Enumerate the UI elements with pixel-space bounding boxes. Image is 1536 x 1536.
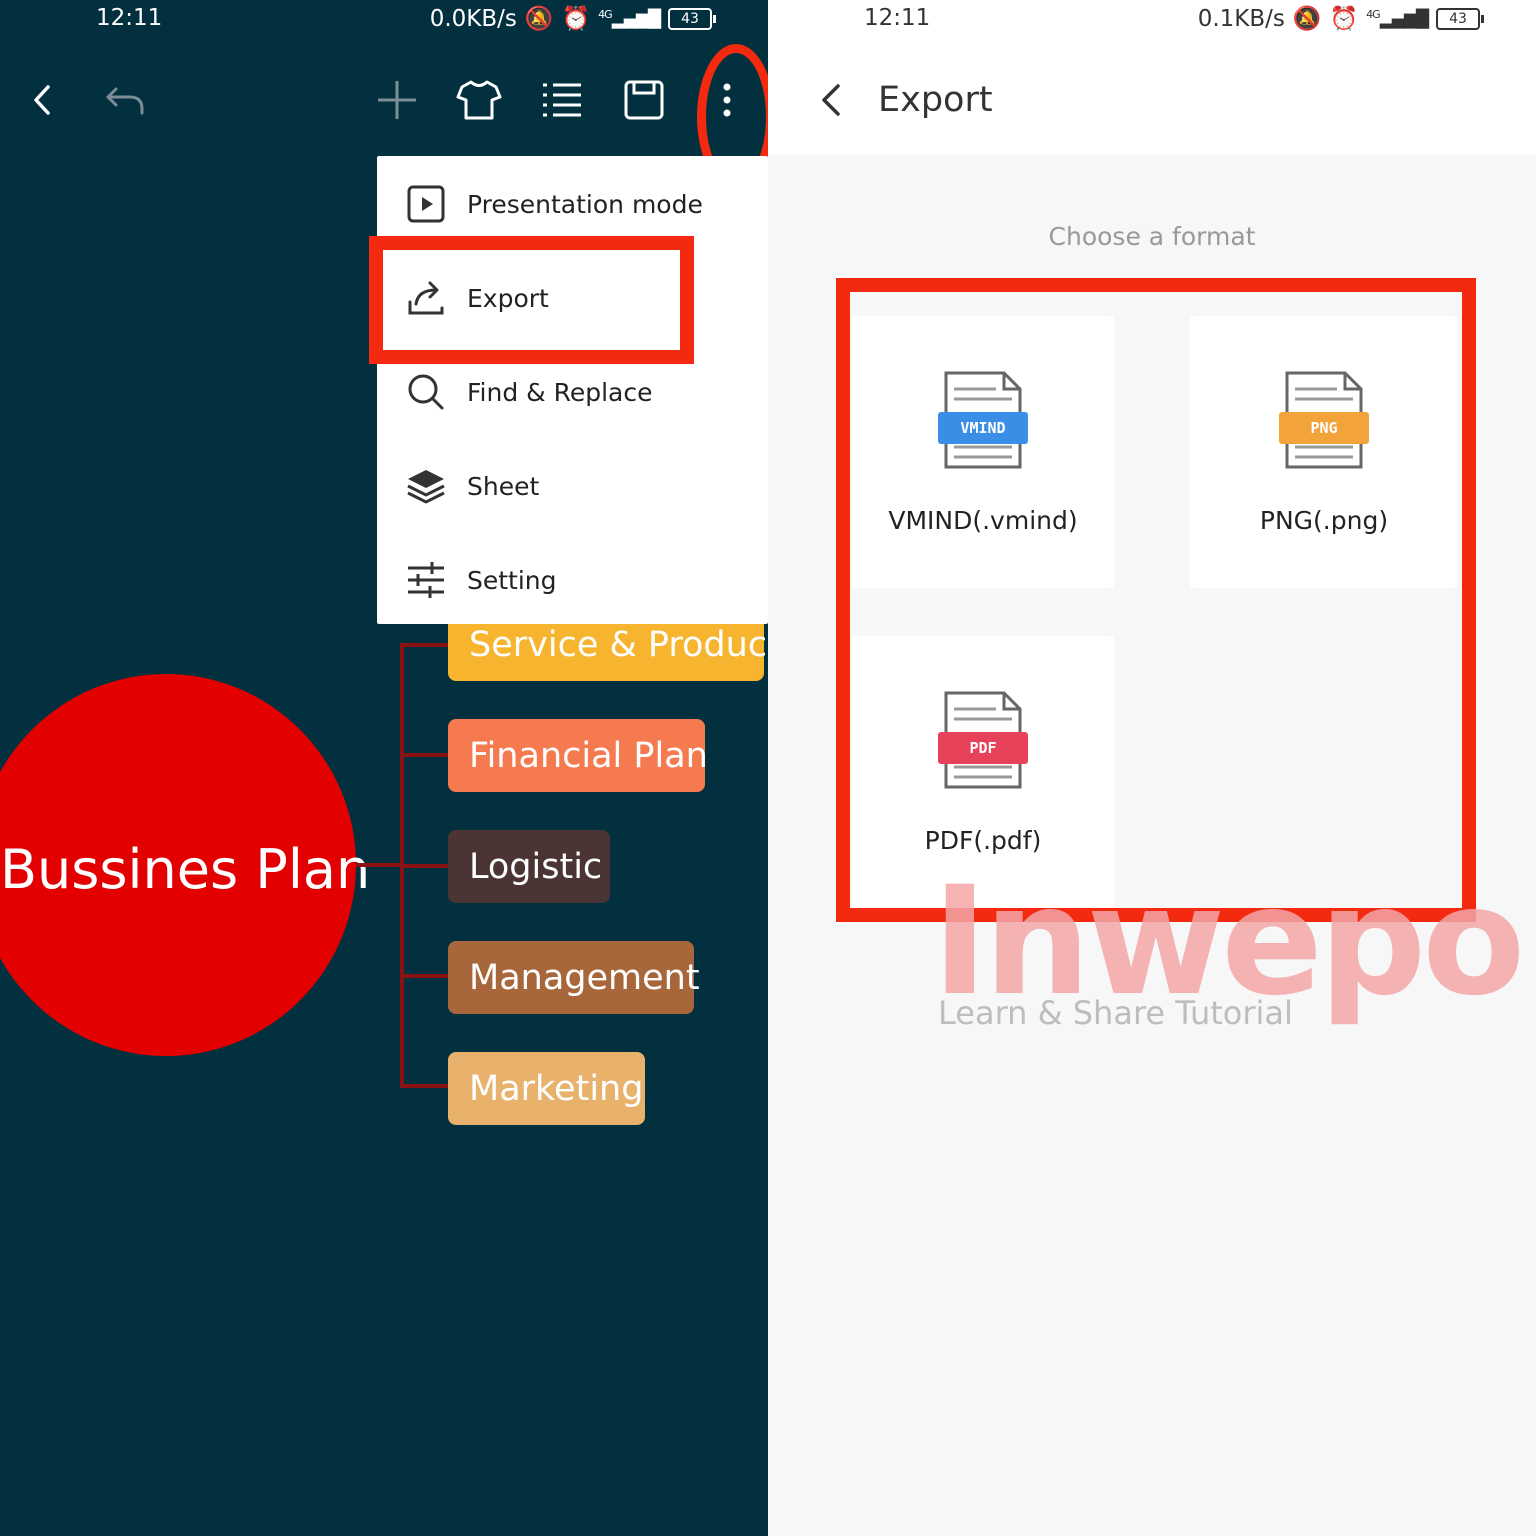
topic-label: Marketing: [469, 1068, 644, 1109]
mindmap-screen: 12:11 0.0KB/s 🔕 ⏰ 4G▂▄▆█ 43 Bussines Pla…: [0, 0, 768, 1536]
menu-item-sheet[interactable]: Sheet: [377, 439, 768, 533]
status-time: 12:11: [96, 5, 163, 31]
status-time: 12:11: [864, 5, 931, 31]
alarm-icon: ⏰: [561, 6, 591, 32]
signal-icon: 4G▂▄▆█: [598, 7, 661, 30]
menu-item-label: Setting: [467, 565, 557, 595]
topic-logistic[interactable]: Logistic: [448, 830, 610, 903]
signal-icon: 4G▂▄▆█: [1366, 7, 1429, 30]
status-indicators: 0.0KB/s 🔕 ⏰ 4G▂▄▆█ 43: [429, 5, 716, 32]
network-speed: 0.1KB/s: [1197, 5, 1285, 32]
topic-management[interactable]: Management: [448, 941, 700, 1014]
alarm-icon: ⏰: [1329, 6, 1359, 32]
overflow-menu: Presentation mode Export Find & Replace …: [377, 156, 768, 624]
central-topic-label: Bussines Plan: [0, 838, 371, 901]
menu-item-label: Find & Replace: [467, 377, 653, 407]
add-icon[interactable]: [372, 75, 422, 125]
connector-main: [356, 863, 402, 867]
connector-branch: [400, 864, 448, 868]
theme-shirt-icon[interactable]: [454, 75, 504, 125]
mute-icon: 🔕: [524, 6, 554, 32]
status-bar: 12:11 0.1KB/s 🔕 ⏰ 4G▂▄▆█ 43: [768, 0, 1536, 40]
topic-marketing[interactable]: Marketing: [448, 1052, 645, 1125]
connector-branch: [400, 974, 448, 978]
format-prompt: Choose a format: [1048, 222, 1256, 251]
undo-icon[interactable]: [100, 75, 150, 125]
menu-item-label: Presentation mode: [467, 189, 703, 219]
topic-label: Service & Product: [469, 624, 768, 665]
play-icon: [405, 183, 447, 225]
menu-item-setting[interactable]: Setting: [377, 533, 768, 627]
watermark-tagline: Learn & Share Tutorial: [938, 994, 1293, 1032]
connector-branch: [400, 1084, 448, 1088]
sliders-icon: [405, 559, 447, 601]
back-icon[interactable]: [812, 78, 852, 122]
network-speed: 0.0KB/s: [429, 5, 517, 32]
battery-icon: 43: [668, 7, 716, 30]
topic-label: Logistic: [469, 846, 603, 887]
battery-icon: 43: [1436, 7, 1484, 30]
connector-branch: [400, 753, 448, 757]
highlight-formats-annotation: [836, 278, 1476, 922]
status-indicators: 0.1KB/s 🔕 ⏰ 4G▂▄▆█ 43: [1197, 5, 1484, 32]
topic-label: Financial Plan: [469, 735, 708, 776]
network-type: 4G: [1366, 7, 1380, 21]
topic-label: Management: [469, 957, 700, 998]
status-bar: 12:11 0.0KB/s 🔕 ⏰ 4G▂▄▆█ 43: [0, 0, 768, 40]
network-type: 4G: [598, 7, 612, 21]
topic-financial-plan[interactable]: Financial Plan: [448, 719, 708, 792]
connector-branch: [400, 643, 448, 647]
mute-icon: 🔕: [1292, 6, 1322, 32]
search-icon: [405, 371, 447, 413]
back-icon[interactable]: [18, 75, 68, 125]
outline-list-icon[interactable]: [537, 75, 587, 125]
save-icon[interactable]: [619, 75, 669, 125]
layers-icon: [405, 465, 447, 507]
highlight-export-annotation: [369, 236, 694, 364]
menu-item-label: Sheet: [467, 471, 540, 501]
page-title: Export: [878, 80, 993, 120]
